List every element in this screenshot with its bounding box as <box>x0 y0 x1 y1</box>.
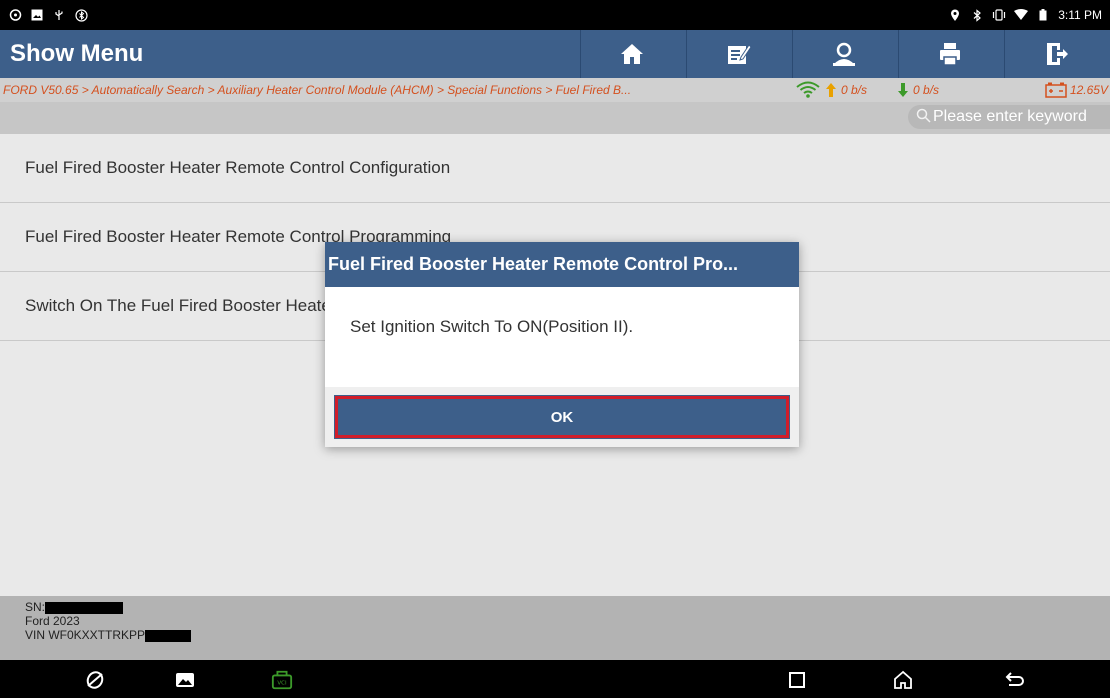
dialog-footer: OK <box>325 387 799 447</box>
battery-icon <box>1036 8 1050 22</box>
vehicle-label: Ford 2023 <box>25 614 80 628</box>
sn-label: SN: <box>25 600 46 614</box>
network-status: 0 b/s <box>795 81 867 99</box>
home-button[interactable] <box>580 30 683 78</box>
edit-icon <box>728 44 752 64</box>
ok-button[interactable]: OK <box>334 395 790 439</box>
user-button[interactable] <box>792 30 895 78</box>
search-icon <box>916 108 931 127</box>
vin-label: VIN WF0KXXTTRKPP <box>25 628 146 642</box>
recents-icon[interactable] <box>786 669 808 691</box>
print-icon <box>940 43 960 66</box>
user-icon <box>833 42 855 66</box>
app-header: Show Menu <box>0 30 1110 78</box>
upload-rate: 0 b/s <box>841 83 868 97</box>
svg-text:VCI: VCI <box>277 681 287 687</box>
dialog-message: Set Ignition Switch To ON(Position II). <box>350 317 634 336</box>
bluetooth-icon <box>970 8 984 22</box>
voltage-status: 12.65V <box>1045 82 1110 98</box>
image-icon <box>30 8 44 22</box>
list-item[interactable]: Fuel Fired Booster Heater Remote Control… <box>0 134 1110 203</box>
redacted-block <box>45 601 124 614</box>
download-status: 0 b/s <box>897 82 939 98</box>
page-title: Show Menu <box>10 40 144 67</box>
usb-icon <box>52 8 66 22</box>
vci-icon[interactable]: VCI <box>271 669 293 691</box>
breadcrumb: FORD V50.65 > Automatically Search > Aux… <box>3 83 632 97</box>
dialog-title: Fuel Fired Booster Heater Remote Control… <box>325 242 799 287</box>
header-toolbar <box>580 30 1107 78</box>
print-button[interactable] <box>898 30 1001 78</box>
vehicle-info-footer: SN: Ford 2023 VIN WF0KXXTTRKPP <box>0 596 1110 660</box>
upload-arrow-icon <box>826 83 836 97</box>
search-placeholder: Please enter keyword <box>933 108 1087 125</box>
status-bar: 3:11 PM <box>0 0 1110 30</box>
voltage-value: 12.65V <box>1069 83 1108 97</box>
vibrate-icon <box>992 8 1006 22</box>
chat-icon <box>8 8 22 22</box>
status-bar-left <box>8 8 88 22</box>
status-time: 3:11 PM <box>1058 8 1102 22</box>
browser-icon[interactable] <box>84 669 106 691</box>
gallery-icon[interactable] <box>174 669 196 691</box>
search-input[interactable]: Please enter keyword <box>908 105 1110 129</box>
download-arrow-icon <box>898 83 909 97</box>
exit-button[interactable] <box>1004 30 1107 78</box>
car-battery-icon <box>1045 82 1067 98</box>
home-icon[interactable] <box>892 669 914 691</box>
serial-number: SN: <box>25 600 1110 614</box>
status-bar-right: 3:11 PM <box>948 8 1102 22</box>
back-icon[interactable] <box>1004 669 1026 691</box>
breadcrumb-bar: FORD V50.65 > Automatically Search > Aux… <box>0 78 1110 102</box>
download-rate: 0 b/s <box>913 83 940 97</box>
exit-icon <box>1047 43 1068 65</box>
prompt-dialog: Fuel Fired Booster Heater Remote Control… <box>325 242 799 447</box>
redacted-block <box>145 629 192 642</box>
wifi-icon <box>1014 8 1029 22</box>
location-icon <box>948 8 962 22</box>
vin-number: VIN WF0KXXTTRKPP <box>25 628 1110 642</box>
home-icon <box>621 44 643 64</box>
wifi-icon <box>796 81 820 98</box>
bluetooth-icon <box>74 8 88 22</box>
system-nav-bar: VCI <box>0 660 1110 698</box>
edit-button[interactable] <box>686 30 789 78</box>
search-row: Please enter keyword <box>0 102 1110 134</box>
